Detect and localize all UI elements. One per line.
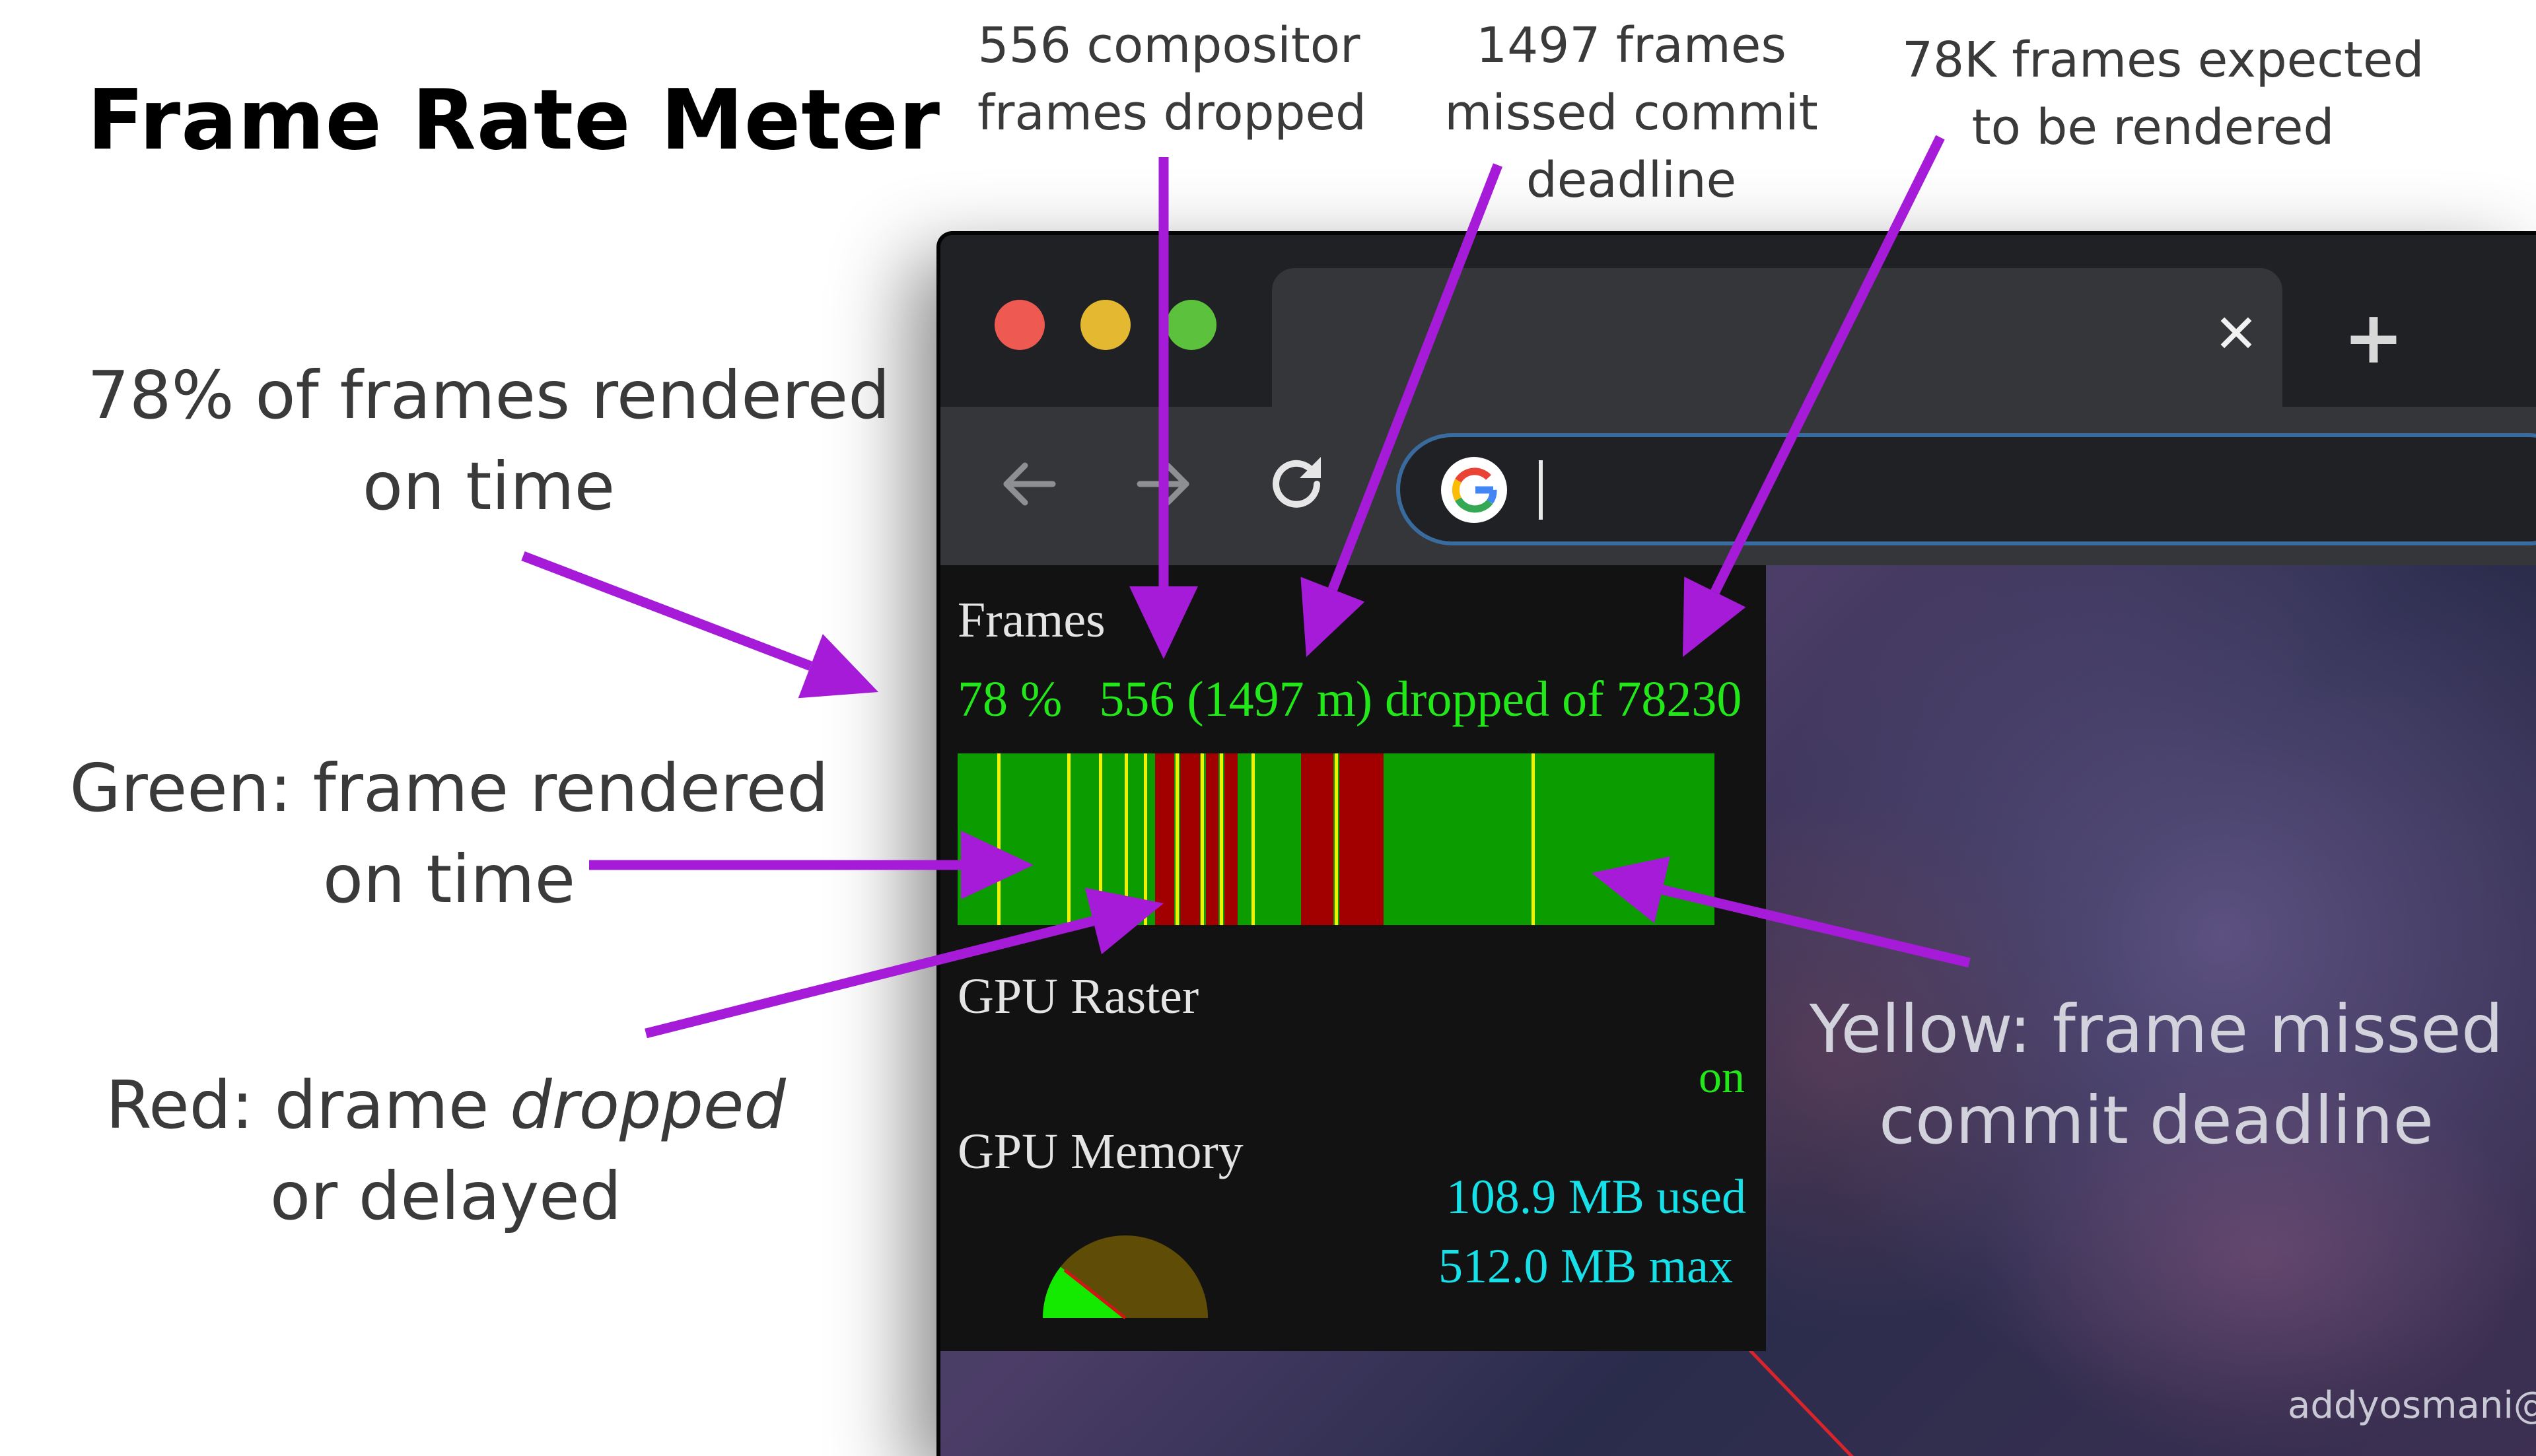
google-logo-icon bbox=[1441, 457, 1507, 523]
annotation-red: Red: drame dropped or delayed bbox=[66, 1060, 826, 1242]
gpu-memory-max: 512.0 MB max bbox=[1438, 1239, 1733, 1294]
annotation-compositor-dropped: 556 compositor frames dropped bbox=[977, 12, 1367, 147]
reload-icon bbox=[1273, 457, 1321, 508]
browser-window: ✕ + Frames 78 % 556 (1497 m) dropped of … bbox=[936, 231, 2536, 1456]
frame-missed-commit bbox=[1099, 753, 1103, 925]
annotation-line: deadline bbox=[1526, 152, 1737, 209]
reload-button[interactable] bbox=[1260, 448, 1333, 520]
slide-title: Frame Rate Meter bbox=[87, 71, 941, 168]
frame-missed-commit bbox=[1201, 753, 1205, 925]
annotation-green: Green: frame rendered on time bbox=[53, 743, 845, 925]
annotation-on-time-percent: 78% of frames rendered on time bbox=[59, 350, 918, 532]
tab-strip: ✕ + bbox=[940, 235, 2536, 407]
frame-dropped bbox=[1326, 753, 1333, 925]
annotation-italic-text: dropped bbox=[510, 1066, 786, 1144]
frame-on-time bbox=[1524, 753, 1531, 925]
maximize-window-button[interactable] bbox=[1166, 300, 1216, 350]
gpu-memory-used: 108.9 MB used bbox=[1446, 1170, 1746, 1224]
annotation-line: 556 compositor bbox=[977, 17, 1360, 74]
annotation-line: Yellow: frame missed bbox=[1809, 990, 2504, 1068]
frame-missed-commit bbox=[1143, 753, 1147, 925]
frame-on-time bbox=[1116, 753, 1123, 925]
watermark: addyosmani@ bbox=[2288, 1384, 2536, 1427]
annotation-line: to be rendered bbox=[1971, 99, 2335, 156]
annotation-line: or delayed bbox=[269, 1158, 622, 1235]
text-caret bbox=[1539, 460, 1543, 520]
frame-missed-commit bbox=[1067, 753, 1071, 925]
annotation-frames-expected: 78K frames expected to be rendered bbox=[1902, 26, 2424, 161]
frame-on-time bbox=[1135, 753, 1143, 925]
annotation-line: frames dropped bbox=[977, 85, 1367, 142]
frame-on-time bbox=[1244, 753, 1251, 925]
tab-close-icon[interactable]: ✕ bbox=[2210, 308, 2263, 361]
gpu-memory-gauge bbox=[1043, 1235, 1208, 1319]
frame-timeline-bar bbox=[958, 753, 1714, 925]
frame-on-time bbox=[1708, 753, 1714, 925]
new-tab-button[interactable]: + bbox=[2341, 301, 2407, 374]
frame-rate-meter-hud: Frames 78 % 556 (1497 m) dropped of 78230… bbox=[940, 565, 1766, 1351]
on-time-percent: 78 % bbox=[958, 672, 1063, 727]
gpu-raster-status: on bbox=[1699, 1052, 1745, 1103]
frame-on-time bbox=[1059, 753, 1067, 925]
annotation-missed-commit: 1497 frames missed commit deadline bbox=[1440, 12, 1823, 214]
frame-missed-commit bbox=[1251, 753, 1255, 925]
annotation-line: commit deadline bbox=[1879, 1082, 2434, 1159]
gpu-raster-heading: GPU Raster bbox=[958, 969, 1199, 1024]
frame-missed-commit bbox=[1175, 753, 1179, 925]
minimize-window-button[interactable] bbox=[1080, 300, 1131, 350]
annotation-line: Green: frame rendered bbox=[69, 749, 829, 827]
annotation-text: Red: drame bbox=[106, 1066, 511, 1144]
browser-toolbar bbox=[940, 407, 2536, 565]
annotation-line: 78% of frames rendered bbox=[87, 357, 890, 434]
frame-missed-commit bbox=[997, 753, 1001, 925]
frame-on-time bbox=[989, 753, 997, 925]
annotation-line: 78K frames expected bbox=[1902, 32, 2424, 88]
annotation-line: missed commit bbox=[1444, 85, 1818, 142]
forward-button[interactable] bbox=[1127, 448, 1199, 520]
frames-heading: Frames bbox=[958, 592, 1106, 648]
address-bar[interactable] bbox=[1396, 433, 2536, 545]
browser-tab[interactable]: ✕ bbox=[1272, 268, 2282, 407]
forward-arrow-icon bbox=[1137, 462, 1189, 506]
back-arrow-icon bbox=[1003, 462, 1056, 506]
frame-dropped bbox=[1167, 753, 1175, 925]
close-window-button[interactable] bbox=[995, 300, 1045, 350]
annotation-line: 1497 frames bbox=[1476, 17, 1786, 74]
gpu-memory-heading: GPU Memory bbox=[958, 1124, 1244, 1179]
frame-missed-commit bbox=[1334, 753, 1338, 925]
frame-dropped bbox=[1212, 753, 1219, 925]
dropped-summary: 556 (1497 m) dropped of 78230 bbox=[1099, 672, 1742, 727]
annotation-line: on time bbox=[322, 841, 576, 918]
back-button[interactable] bbox=[993, 448, 1066, 520]
annotation-yellow: Yellow: frame missed commit deadline bbox=[1783, 984, 2529, 1166]
frame-missed-commit bbox=[1124, 753, 1128, 925]
annotation-line: on time bbox=[362, 448, 616, 525]
frame-missed-commit bbox=[1532, 753, 1535, 925]
frames-stats: 78 % 556 (1497 m) dropped of 78230 bbox=[958, 671, 1742, 728]
frame-dropped bbox=[1193, 753, 1200, 925]
frame-on-time bbox=[1091, 753, 1098, 925]
frame-missed-commit bbox=[1220, 753, 1224, 925]
annotation-line: Red: drame dropped bbox=[66, 1060, 826, 1151]
arrow-on-time-percent bbox=[521, 551, 878, 699]
